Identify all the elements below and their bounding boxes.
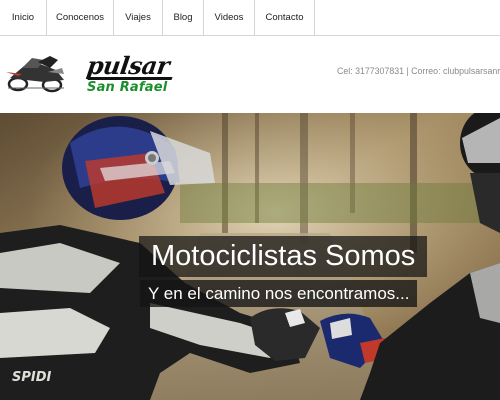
nav-item-conocenos[interactable]: Conocenos — [47, 0, 114, 35]
hero-banner: SPIDI Motociclistas Somos Y en el camino… — [0, 113, 500, 400]
site-header: pulsar San Rafael Cel: 3177307831 | Corr… — [0, 36, 500, 113]
nav-item-viajes[interactable]: Viajes — [114, 0, 163, 35]
hero-title: Motociclistas Somos — [139, 236, 428, 277]
nav-item-inicio[interactable]: Inicio — [0, 0, 47, 35]
nav-item-contacto[interactable]: Contacto — [255, 0, 315, 35]
contact-info: Cel: 3177307831 | Correo: clubpulsarsanr… — [337, 66, 500, 76]
nav-item-blog[interactable]: Blog — [163, 0, 204, 35]
brand-name[interactable]: pulsar — [85, 51, 171, 80]
nav-item-videos[interactable]: Videos — [204, 0, 255, 35]
svg-text:SPIDI: SPIDI — [12, 370, 52, 385]
motorcycles-logo-icon[interactable] — [4, 54, 68, 94]
brand-location: San Rafael — [87, 80, 168, 95]
top-nav: Inicio Conocenos Viajes Blog Videos Cont… — [0, 0, 500, 36]
hero-subtitle: Y en el camino nos encontramos... — [140, 280, 418, 307]
